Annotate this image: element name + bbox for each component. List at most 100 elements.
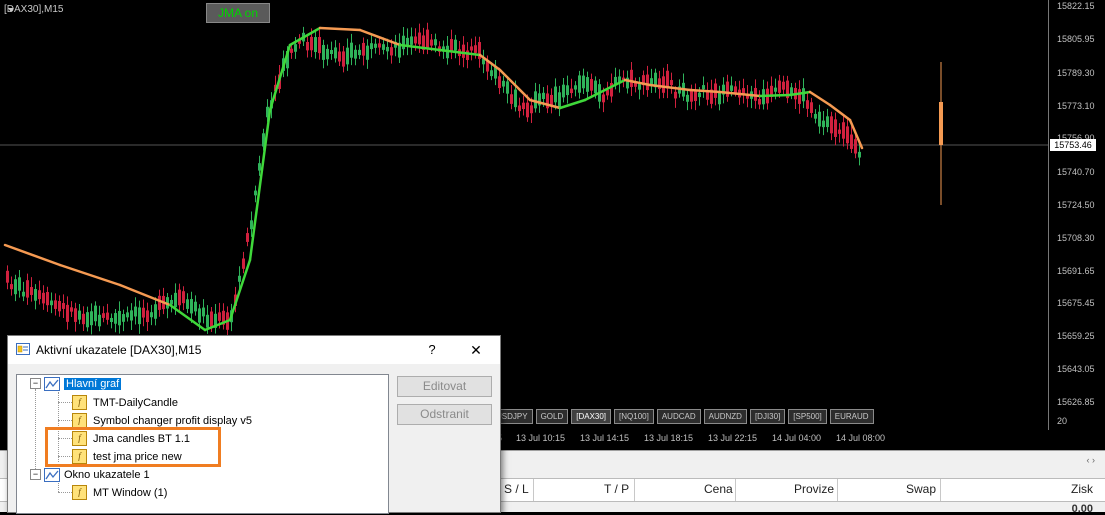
candle-body xyxy=(30,287,33,295)
candle-body xyxy=(726,81,729,97)
candle-body xyxy=(370,43,373,50)
col-profit[interactable]: Zisk xyxy=(1071,482,1093,496)
candle-body xyxy=(322,44,325,60)
close-button[interactable]: ✕ xyxy=(466,340,486,360)
symbol-tab-sp500[interactable]: [SP500] xyxy=(788,409,827,424)
jma-toggle-button[interactable]: JMA on xyxy=(206,3,270,23)
col-price[interactable]: Cena xyxy=(704,482,733,496)
candle-body xyxy=(774,87,777,92)
candle-body xyxy=(238,275,241,282)
symbol-tab-dax30[interactable]: [DAX30] xyxy=(571,409,612,424)
symbol-tab-euraud[interactable]: EURAUD xyxy=(829,409,874,424)
candle-body xyxy=(374,43,377,48)
candle-body xyxy=(450,39,453,52)
symbol-tab-gold[interactable]: GOLD xyxy=(535,409,569,424)
tree-item-indicator[interactable]: f TMT-DailyCandle xyxy=(72,394,178,411)
candle-body xyxy=(134,306,137,317)
tree-item-label: TMT-DailyCandle xyxy=(93,396,178,409)
candle-body xyxy=(142,307,145,318)
candle-body xyxy=(330,50,333,55)
candle-body xyxy=(806,100,809,109)
candle-body xyxy=(578,75,581,93)
candle-body xyxy=(854,139,857,154)
symbol-tab-audnzd[interactable]: AUDNZD xyxy=(703,409,747,424)
candle-body xyxy=(326,48,329,60)
jma-line-segment xyxy=(58,263,122,287)
candle-body xyxy=(522,102,525,110)
indicator-f-icon: f xyxy=(72,413,87,428)
price-tick: 15773.10 xyxy=(1057,101,1095,111)
candle-body xyxy=(94,305,97,322)
candle-body xyxy=(558,92,561,108)
time-tick: 13 Jul 18:15 xyxy=(644,433,694,443)
symbol-changer-bar: USDJPY GOLD [DAX30] [NQ100] AUDCAD AUDNZ… xyxy=(478,409,874,424)
candle-body xyxy=(22,291,25,297)
candle-body xyxy=(406,37,409,46)
candle-body xyxy=(54,300,57,309)
price-tick: 15659.25 xyxy=(1057,331,1095,341)
help-button[interactable]: ? xyxy=(422,340,442,360)
candle-body xyxy=(50,300,53,306)
candle-body xyxy=(338,51,341,62)
price-tick: 15691.65 xyxy=(1057,266,1095,276)
candle-body xyxy=(858,151,861,158)
candle-body xyxy=(474,45,477,53)
candle-body xyxy=(190,299,193,314)
col-sl[interactable]: S / L xyxy=(504,482,529,496)
col-swap[interactable]: Swap xyxy=(906,482,936,496)
candle-body xyxy=(490,70,493,77)
candle-body xyxy=(498,76,501,89)
collapse-icon[interactable]: − xyxy=(30,378,41,389)
forming-candle-body xyxy=(939,102,943,145)
tree-item-indicator[interactable]: f MT Window (1) xyxy=(72,484,167,501)
scroll-arrows-icon[interactable]: ‹ › xyxy=(1087,455,1096,465)
candle-body xyxy=(742,88,745,94)
candle-body xyxy=(314,37,317,53)
candle-body xyxy=(454,39,457,51)
candle-body xyxy=(382,44,385,50)
candle-body xyxy=(646,74,649,91)
remove-button[interactable]: Odstranit xyxy=(397,404,492,425)
edit-button[interactable]: Editovat xyxy=(397,376,492,397)
candle-body xyxy=(586,77,589,92)
profit-value: 0.00 xyxy=(1071,503,1093,515)
col-tp[interactable]: T / P xyxy=(604,482,629,496)
symbol-tab-dji30[interactable]: [DJI30] xyxy=(749,409,786,424)
price-tick: 15822.15 xyxy=(1057,1,1095,11)
candle-body xyxy=(306,41,309,51)
tree-label-indicator-window[interactable]: Okno ukazatele 1 xyxy=(64,469,150,481)
symbol-tab-nq100[interactable]: [NQ100] xyxy=(614,409,654,424)
candle-body xyxy=(554,86,557,103)
tree-node-main-chart[interactable]: − Hlavní graf xyxy=(30,375,122,392)
jma-line-segment xyxy=(118,283,172,307)
candle-body xyxy=(502,80,505,87)
candle-body xyxy=(674,91,677,99)
candle-body xyxy=(730,85,733,91)
candle-body xyxy=(70,307,73,312)
price-tick: 15740.70 xyxy=(1057,167,1095,177)
candle-body xyxy=(126,312,129,318)
tree-node-indicator-window[interactable]: − Okno ukazatele 1 xyxy=(30,466,150,483)
candle-body xyxy=(182,291,185,304)
candle-body xyxy=(242,258,245,269)
candle-body xyxy=(158,295,161,310)
candle-body xyxy=(10,284,13,290)
price-tick: 15724.50 xyxy=(1057,200,1095,210)
candle-body xyxy=(834,119,837,137)
candle-body xyxy=(594,80,597,94)
candle-body xyxy=(590,79,593,91)
candle-body xyxy=(46,292,49,306)
collapse-icon[interactable]: − xyxy=(30,469,41,480)
candle-body xyxy=(122,314,125,322)
candle-body xyxy=(118,310,121,326)
candle-body xyxy=(534,91,537,109)
candle-body xyxy=(6,270,9,283)
candle-body xyxy=(366,45,369,60)
jma-line-segment xyxy=(3,243,62,267)
candle-body xyxy=(390,47,393,56)
symbol-tab-audcad[interactable]: AUDCAD xyxy=(656,409,701,424)
price-tick: 15805.95 xyxy=(1057,34,1095,44)
tree-label-main-chart[interactable]: Hlavní graf xyxy=(64,377,122,390)
candle-body xyxy=(734,86,737,93)
col-commission[interactable]: Provize xyxy=(794,482,834,496)
